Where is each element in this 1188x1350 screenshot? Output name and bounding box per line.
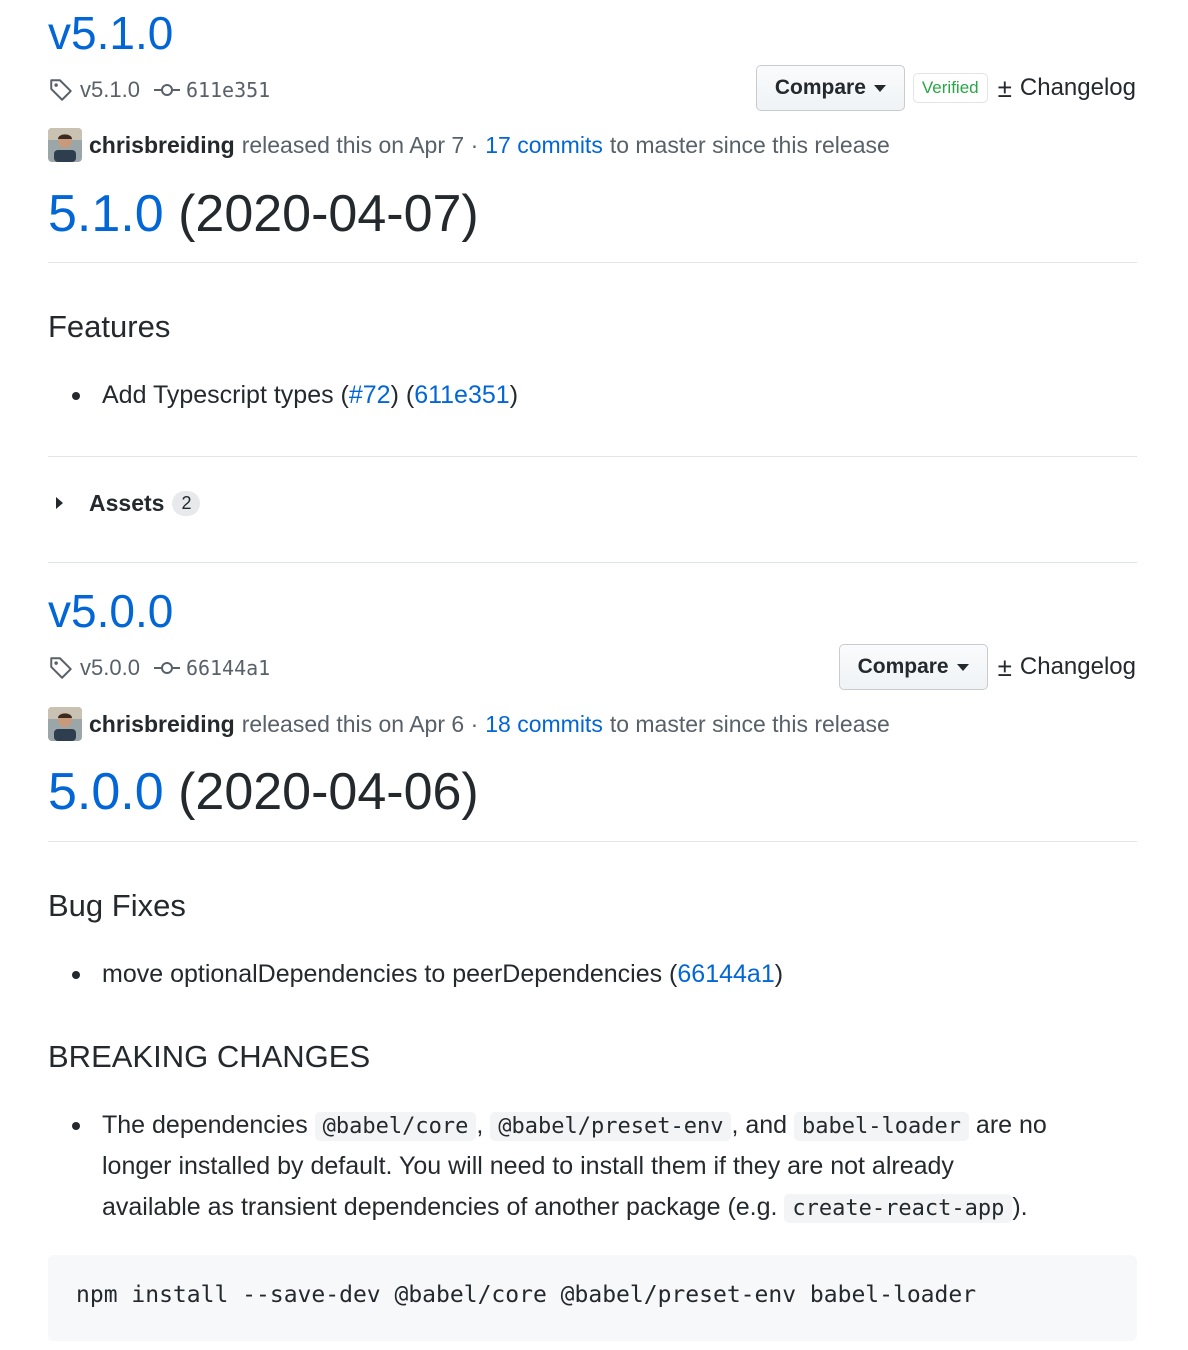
release-date: (2020-04-07) <box>178 185 479 243</box>
bullet <box>72 971 80 979</box>
author-link[interactable]: chrisbreiding <box>89 711 235 738</box>
commit-sha: 66144a1 <box>185 656 271 680</box>
triangle-right-icon <box>56 497 63 509</box>
item-text: , <box>476 1111 484 1139</box>
section-title: Bug Fixes <box>48 888 186 923</box>
release-meta: v5.0.0 66144a1 <box>48 648 270 688</box>
diff-icon: ± <box>997 651 1012 682</box>
section-title: Features <box>48 309 171 344</box>
item-text: ) <box>774 960 784 988</box>
bullet <box>72 1122 80 1130</box>
release-author-row: chrisbreiding released this on Apr 6 · 1… <box>48 706 890 742</box>
divider <box>48 562 1137 563</box>
release-author-row: chrisbreiding released this on Apr 7 · 1… <box>48 127 890 163</box>
changelog-link[interactable]: ± Changelog <box>998 652 1136 683</box>
divider <box>48 841 1137 842</box>
release-date: (2020-04-06) <box>178 763 479 821</box>
code-line: npm install --save-dev @babel/core @babe… <box>76 1282 977 1308</box>
release-meta: v5.1.0 611e351 <box>48 70 270 110</box>
list-item: The dependencies @babel/core, @babel/pre… <box>72 1105 1142 1228</box>
release-controls: Compare Verified ± Changelog <box>755 65 1136 111</box>
release-title-link[interactable]: v5.0.0 <box>48 584 173 638</box>
item-text: , and <box>731 1111 788 1139</box>
release-title-link[interactable]: v5.1.0 <box>48 6 173 60</box>
released-text: released this on Apr 7 · <box>241 131 479 158</box>
release-heading: 5.1.0 (2020-04-07) <box>48 184 479 244</box>
inline-code: babel-loader <box>794 1112 969 1141</box>
changelog-link[interactable]: ± Changelog <box>998 73 1136 104</box>
version-link[interactable]: 5.1.0 <box>48 185 164 243</box>
commit-icon <box>153 662 180 674</box>
assets-toggle[interactable]: Assets 2 <box>56 483 201 523</box>
item-text: available as transient dependencies of a… <box>102 1193 778 1221</box>
tag-icon <box>50 79 72 101</box>
compare-button[interactable]: Compare <box>838 644 988 690</box>
list-item: move optionalDependencies to peerDepende… <box>72 954 1132 995</box>
since-text: to master since this release <box>609 131 890 158</box>
tag-icon <box>50 657 72 679</box>
item-text: move optionalDependencies to peerDepende… <box>102 960 678 988</box>
assets-label: Assets <box>89 489 165 516</box>
tag-name: v5.1.0 <box>80 77 140 102</box>
commit-link[interactable]: 611e351 <box>153 78 271 102</box>
releases-page: v5.1.0 v5.1.0 611e351 Compare Verified ±… <box>0 0 1188 1350</box>
release-heading: 5.0.0 (2020-04-06) <box>48 762 479 822</box>
assets-count: 2 <box>172 490 201 516</box>
divider <box>48 262 1137 263</box>
commit-sha: 611e351 <box>185 78 271 102</box>
compare-label: Compare <box>857 655 949 678</box>
item-text: ). <box>1012 1193 1028 1221</box>
commits-since-link[interactable]: 18 commits <box>485 711 603 738</box>
item-text: The dependencies <box>102 1111 308 1139</box>
avatar[interactable] <box>48 707 82 741</box>
changelog-label: Changelog <box>1019 653 1136 680</box>
breaking-changes-title: BREAKING CHANGES <box>48 1039 371 1074</box>
list-item: Add Typescript types (#72) (611e351) <box>72 375 1132 416</box>
version-link[interactable]: 5.0.0 <box>48 763 164 821</box>
commit-link-inline[interactable]: 66144a1 <box>677 960 774 988</box>
tag-link[interactable]: v5.0.0 <box>48 655 140 681</box>
divider <box>48 456 1137 457</box>
compare-label: Compare <box>774 76 866 99</box>
bullet <box>72 392 80 400</box>
verified-badge[interactable]: Verified <box>912 73 988 103</box>
inline-code: create-react-app <box>784 1194 1013 1223</box>
item-text: are no <box>975 1111 1047 1139</box>
item-text: Add Typescript types ( <box>102 381 349 409</box>
compare-button[interactable]: Compare <box>755 65 905 111</box>
caret-down-icon <box>873 84 886 92</box>
item-text: longer installed by default. You will ne… <box>102 1152 954 1180</box>
commit-link[interactable]: 66144a1 <box>153 656 271 680</box>
release-controls: Compare ± Changelog <box>838 644 1136 690</box>
changelog-label: Changelog <box>1019 74 1136 101</box>
avatar[interactable] <box>48 128 82 162</box>
author-link[interactable]: chrisbreiding <box>89 132 235 159</box>
inline-code: @babel/core <box>314 1112 477 1141</box>
code-block: npm install --save-dev @babel/core @babe… <box>48 1255 1137 1341</box>
commit-link-inline[interactable]: 611e351 <box>414 381 509 409</box>
since-text: to master since this release <box>609 710 890 737</box>
tag-name: v5.0.0 <box>80 655 140 680</box>
item-text: ) ( <box>390 381 415 409</box>
caret-down-icon <box>956 663 969 671</box>
commits-since-link[interactable]: 17 commits <box>485 132 603 159</box>
item-text: ) <box>509 381 519 409</box>
released-text: released this on Apr 6 · <box>241 710 479 737</box>
pr-link[interactable]: #72 <box>349 381 391 409</box>
inline-code: @babel/preset-env <box>490 1112 732 1141</box>
commit-icon <box>153 84 180 96</box>
tag-link[interactable]: v5.1.0 <box>48 77 140 103</box>
diff-icon: ± <box>997 72 1012 103</box>
